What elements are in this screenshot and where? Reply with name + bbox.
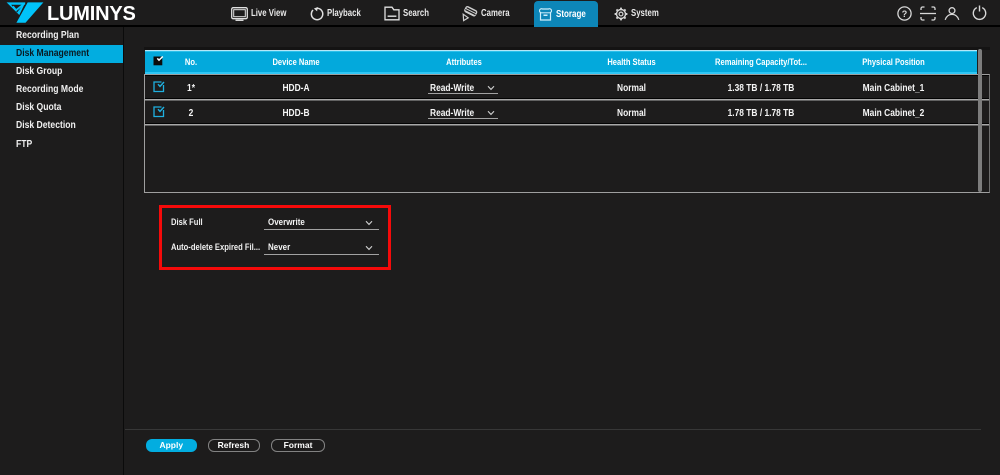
svg-text:?: ? [902,9,908,19]
